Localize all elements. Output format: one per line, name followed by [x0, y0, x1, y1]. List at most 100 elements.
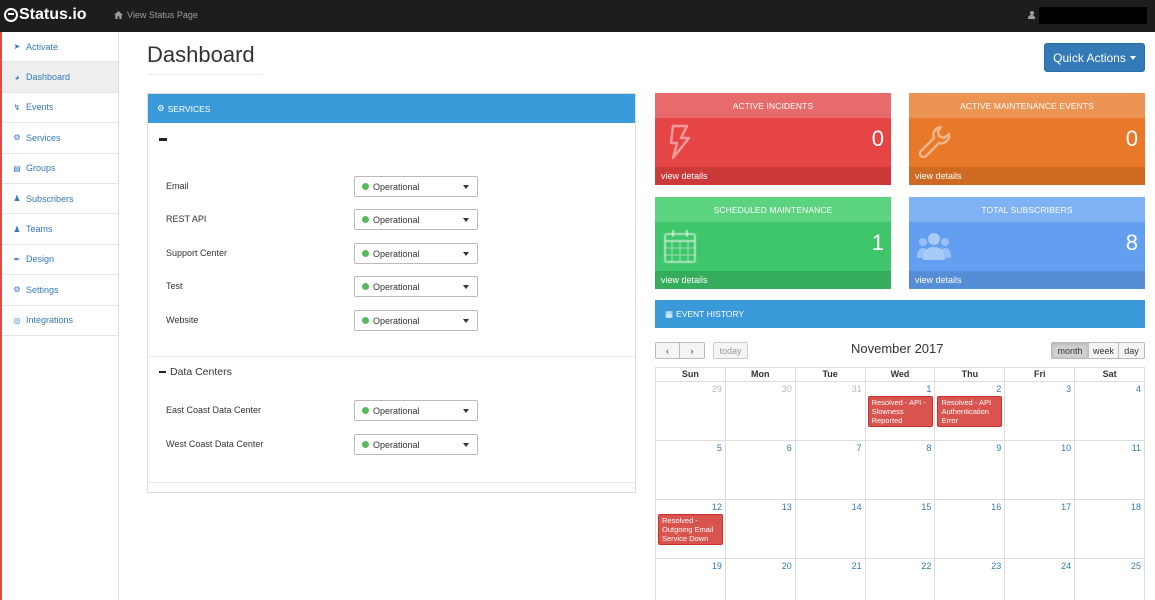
chevron-right-icon: › — [690, 345, 694, 356]
services-group-collapse-toggle[interactable] — [159, 138, 167, 141]
calendar-day-number: 3 — [1066, 384, 1072, 394]
sidebar-item-activate[interactable]: ➤ Activate — [2, 32, 118, 63]
sidebar-item-services[interactable]: ⚙ Services — [2, 123, 118, 154]
user-icon[interactable] — [1028, 11, 1035, 19]
sidebar-item-label: Events — [26, 102, 54, 113]
calendar-day-cell[interactable]: 30 — [725, 382, 796, 441]
chevron-down-icon — [463, 252, 469, 256]
calendar-day-cell[interactable]: 13 — [725, 500, 796, 559]
service-status-select[interactable]: Operational — [354, 276, 478, 297]
sidebar-item-settings[interactable]: ⚙ Settings — [2, 275, 118, 306]
chevron-down-icon — [463, 218, 469, 222]
calendar-day-cell[interactable]: 19 — [656, 559, 726, 600]
calendar-day-cell[interactable]: 12 Resolved - Outgoing Email Service Down — [656, 500, 726, 559]
service-status-select[interactable]: Operational — [354, 310, 478, 331]
service-status-select[interactable]: Operational — [354, 400, 478, 421]
calendar-day-cell[interactable]: 5 — [656, 441, 726, 500]
calendar-week-row: 19 20 21 22 23 24 25 — [656, 559, 1146, 600]
sidebar-item-design[interactable]: ✒ Design — [2, 245, 118, 276]
service-name: Support Center — [166, 248, 228, 258]
calendar-day-cell[interactable]: 10 — [1005, 441, 1076, 500]
calendar-day-cell[interactable]: 23 — [935, 559, 1006, 600]
bolt-icon: ↯ — [13, 102, 21, 112]
view-details-link[interactable]: view details — [909, 271, 1145, 289]
sidebar-item-label: Activate — [26, 41, 59, 52]
rocket-icon: ➤ — [13, 42, 21, 52]
calendar-day-cell[interactable]: 16 — [935, 500, 1006, 559]
service-status-select[interactable]: Operational — [354, 176, 478, 197]
calendar-day-cell[interactable]: 15 — [865, 500, 936, 559]
sidebar-item-subscribers[interactable]: ♟ Subscribers — [2, 184, 118, 215]
calendar-event[interactable]: Resolved - API - Slowness Reported — [867, 396, 933, 427]
sidebar-item-label: Design — [26, 254, 55, 265]
calendar-day-cell[interactable]: 24 — [1005, 559, 1076, 600]
calendar-day-number: 24 — [1061, 561, 1072, 571]
service-row-east-coast: East Coast Data Center Operational — [166, 400, 486, 425]
services-panel: ⚙ SERVICES Email Operational REST API Op… — [147, 93, 636, 493]
data-centers-group-header[interactable]: Data Centers — [159, 366, 232, 378]
view-day-button[interactable]: day — [1119, 342, 1145, 359]
calendar-day-cell[interactable]: 18 — [1075, 500, 1146, 559]
calendar-day-cell[interactable]: 29 — [656, 382, 726, 441]
calendar-day-number: 17 — [1061, 502, 1072, 512]
sidebar-item-groups[interactable]: ▤ Groups — [2, 154, 118, 184]
calendar-day-number: 13 — [781, 502, 792, 512]
view-details-link[interactable]: view details — [655, 167, 891, 185]
calendar-day-cell[interactable]: 7 — [795, 441, 866, 500]
calendar-day-cell[interactable]: 22 — [866, 559, 936, 600]
calendar-day-cell[interactable]: 3 — [1005, 382, 1076, 441]
service-status-select[interactable]: Operational — [354, 434, 478, 455]
day-of-week-label: Sat — [1075, 368, 1146, 382]
view-details-link[interactable]: view details — [909, 167, 1145, 185]
sidebar-item-integrations[interactable]: ◎ Integrations — [2, 306, 118, 336]
sidebar-item-dashboard[interactable]: ◕ Dashboard — [2, 62, 118, 93]
calendar-day-number: 22 — [921, 561, 932, 571]
sidebar: ➤ Activate ◕ Dashboard ↯ Events ⚙ Services ▤… — [0, 32, 119, 600]
calendar-day-cell[interactable]: 4 — [1075, 382, 1146, 441]
view-month-button[interactable]: month — [1051, 342, 1089, 359]
service-name: Test — [166, 281, 183, 291]
view-week-button[interactable]: week — [1089, 342, 1119, 359]
sidebar-item-events[interactable]: ↯ Events — [2, 93, 118, 124]
quick-actions-button[interactable]: Quick Actions — [1044, 43, 1145, 72]
prev-month-button[interactable]: ‹ — [655, 342, 680, 359]
status-dot-icon — [362, 283, 369, 290]
calendar-day-cell[interactable]: 8 — [865, 441, 936, 500]
view-status-page-link[interactable]: View Status Page — [114, 10, 198, 20]
stat-value: 0 — [871, 126, 884, 151]
data-centers-label: Data Centers — [170, 366, 232, 378]
gear-icon: ⚙ — [13, 285, 21, 295]
calendar-day-cell[interactable]: 14 — [795, 500, 866, 559]
service-status-value: Operational — [373, 405, 420, 416]
calendar-day-cell[interactable]: 25 — [1075, 559, 1146, 600]
calendar-day-cell[interactable]: 31 — [795, 382, 866, 441]
calendar-day-cell[interactable]: 20 — [726, 559, 796, 600]
calendar-day-cell[interactable]: 2 Resolved - API Authentication Error — [935, 382, 1006, 441]
service-status-select[interactable]: Operational — [354, 209, 478, 230]
calendar-day-cell[interactable]: 21 — [796, 559, 866, 600]
statusio-logo[interactable]: Status.io — [4, 6, 87, 24]
calendar-day-cell[interactable]: 6 — [725, 441, 796, 500]
service-status-select[interactable]: Operational — [354, 243, 478, 264]
status-dot-icon — [362, 441, 369, 448]
calendar-day-cell[interactable]: 17 — [1005, 500, 1076, 559]
top-navbar: Status.io View Status Page — [0, 0, 1155, 32]
calendar-day-cell[interactable]: 9 — [935, 441, 1006, 500]
calendar-day-number: 12 — [711, 502, 722, 512]
calendar-day-cell[interactable]: 1 Resolved - API - Slowness Reported — [865, 382, 936, 441]
calendar-day-number: 8 — [926, 443, 932, 453]
today-button[interactable]: today — [713, 342, 748, 359]
calendar-event[interactable]: Resolved - Outgoing Email Service Down — [658, 514, 723, 545]
users-icon: ♟ — [13, 224, 21, 234]
next-month-button[interactable]: › — [680, 342, 705, 359]
view-details-link[interactable]: view details — [655, 271, 891, 289]
sidebar-item-teams[interactable]: ♟ Teams — [2, 214, 118, 245]
calendar-grid: Sun Mon Tue Wed Thu Fri Sat 29 30 31 1 Resol… — [655, 367, 1146, 600]
day-of-week-label: Fri — [1005, 368, 1076, 382]
calendar-day-number: 20 — [781, 561, 792, 571]
calendar-day-number: 6 — [786, 443, 792, 453]
calendar-event[interactable]: Resolved - API Authentication Error — [937, 396, 1003, 427]
user-name-redacted[interactable] — [1039, 7, 1147, 24]
users-icon — [917, 233, 951, 260]
calendar-day-cell[interactable]: 11 — [1075, 441, 1146, 500]
